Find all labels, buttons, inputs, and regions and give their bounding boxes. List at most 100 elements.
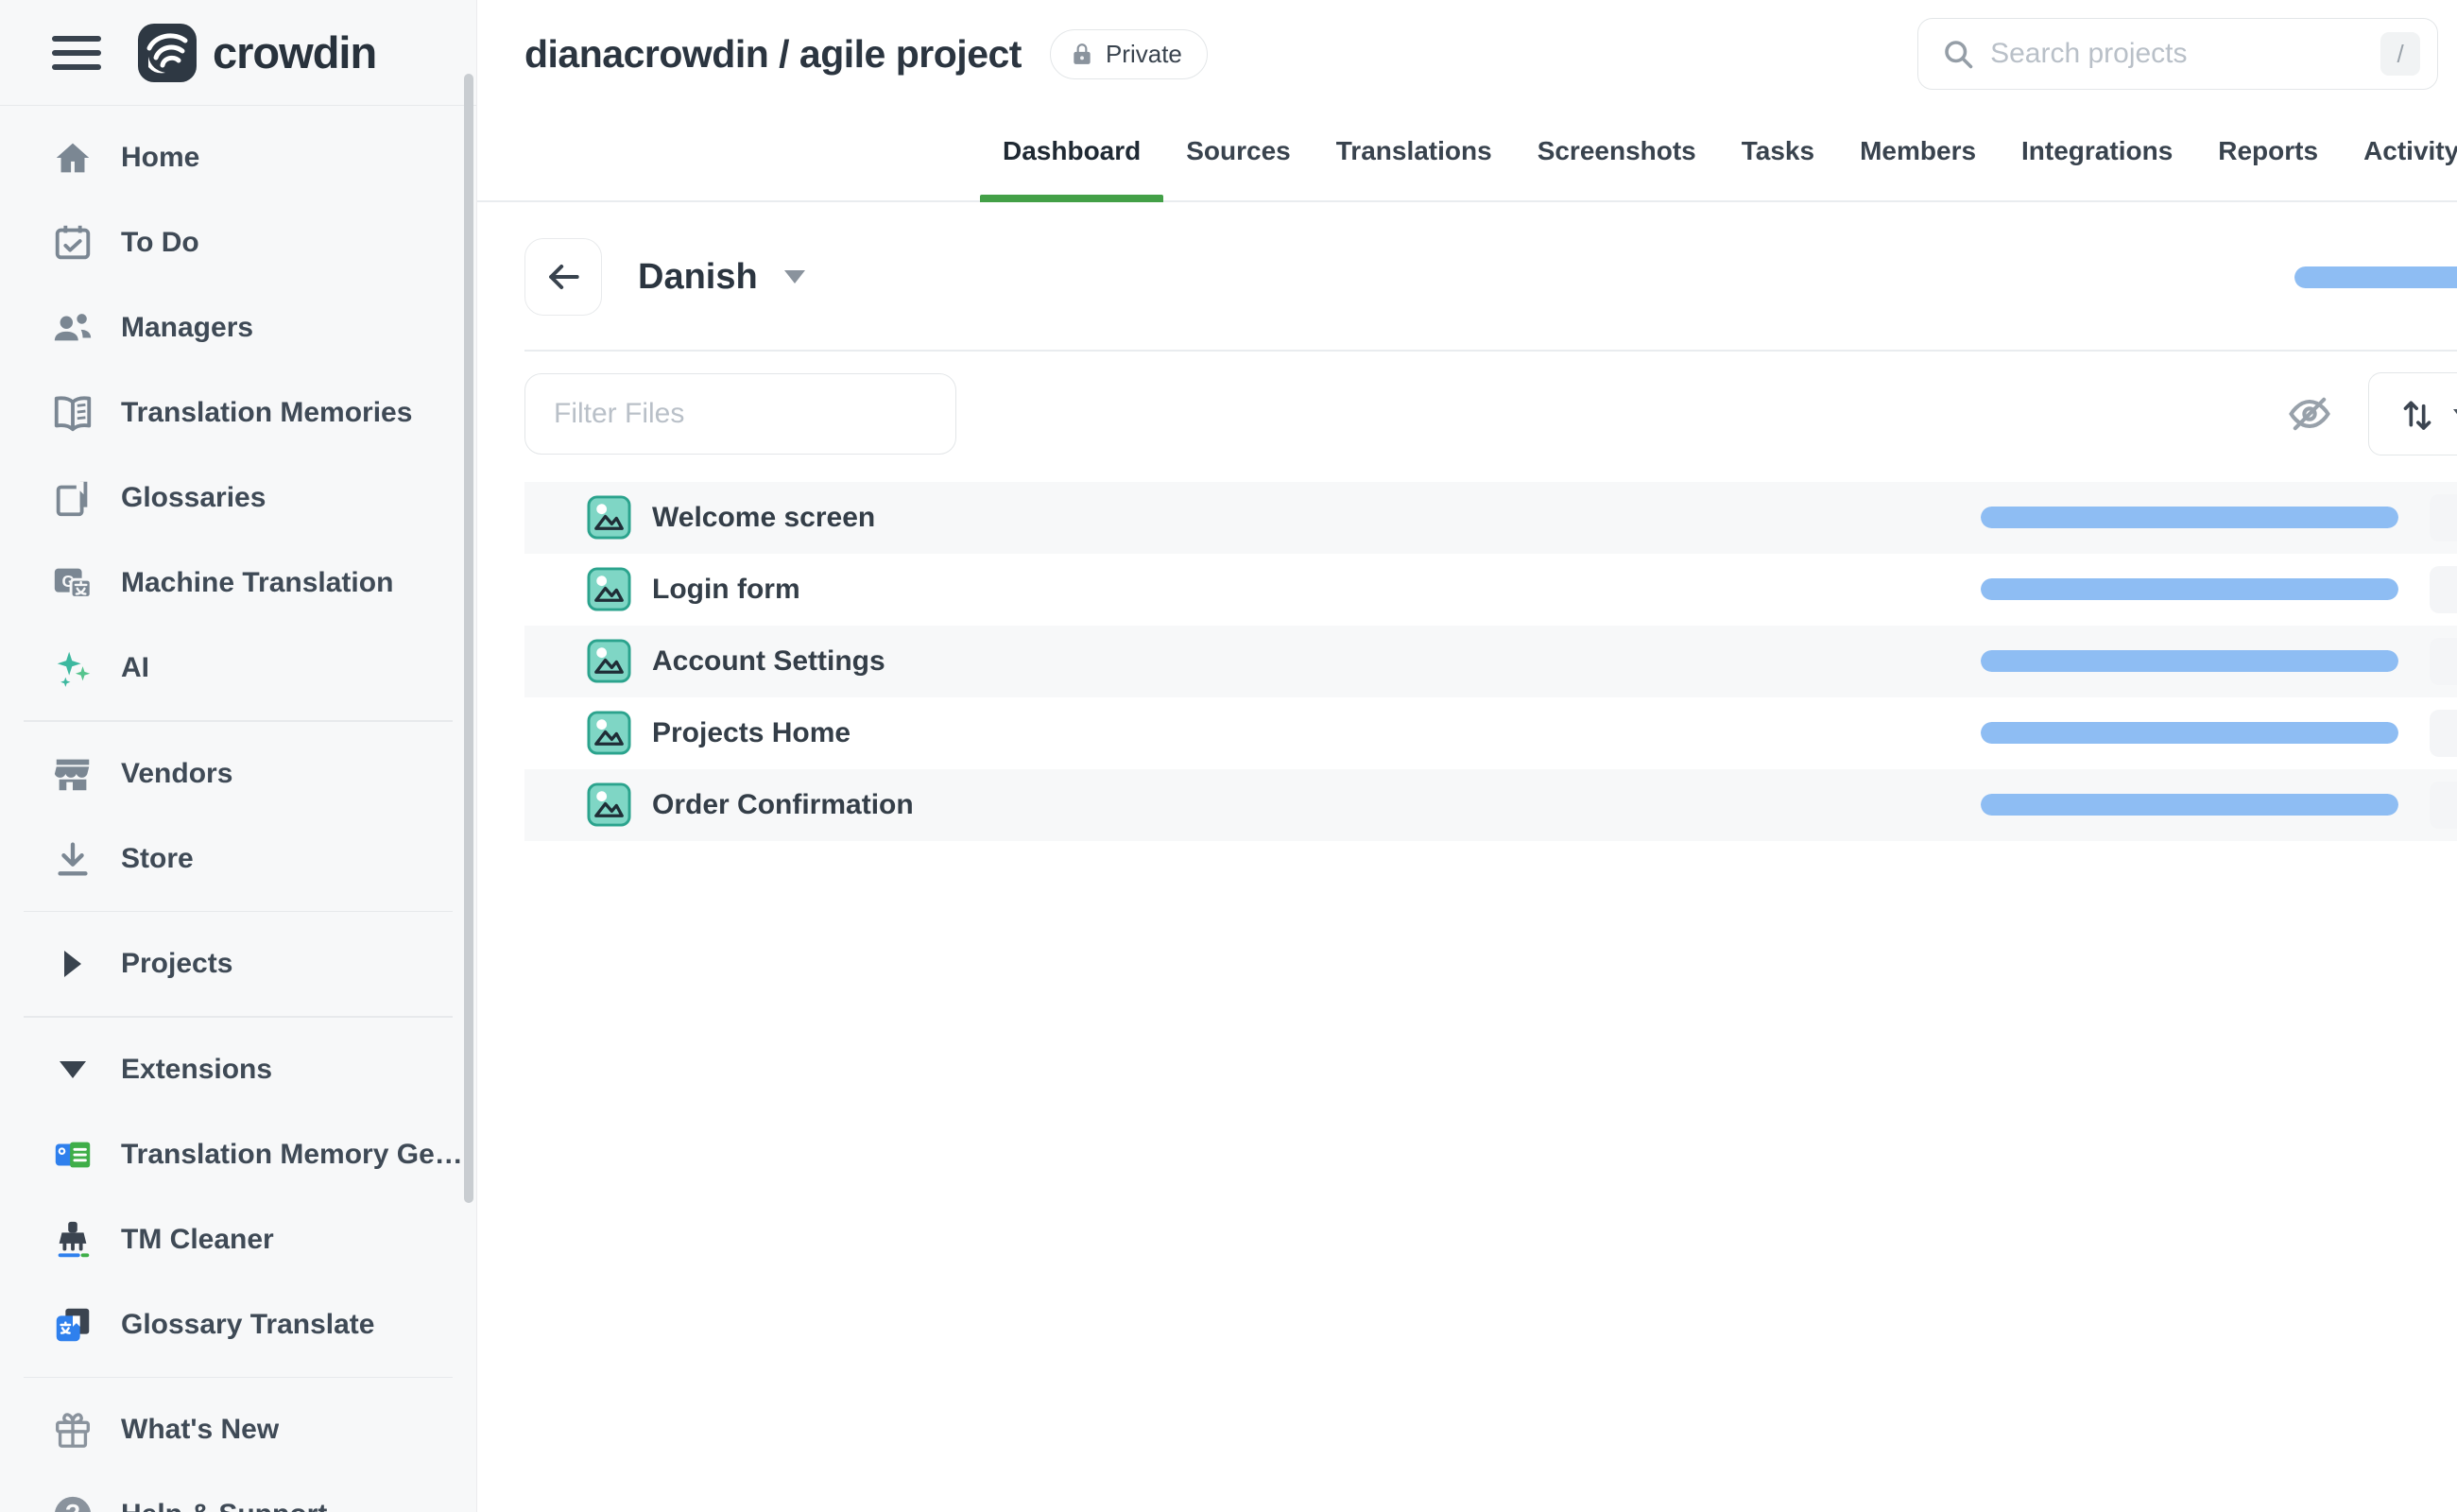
sidebar-divider: [24, 911, 453, 913]
file-progress-bar: [1981, 722, 2398, 744]
sidebar-item-label: Vendors: [121, 758, 232, 790]
home-icon: [49, 134, 96, 181]
chevron-down-icon: [2453, 409, 2457, 421]
sidebar-item-label: Glossary Translate: [121, 1309, 374, 1341]
hamburger-menu-icon[interactable]: [52, 36, 101, 70]
sort-files-button[interactable]: [2368, 372, 2457, 455]
sidebar-item-home[interactable]: Home: [0, 115, 476, 200]
privacy-badge[interactable]: Private: [1050, 29, 1208, 79]
sidebar-item-tm-cleaner[interactable]: TM Cleaner: [0, 1197, 476, 1282]
sidebar-item-store[interactable]: Store: [0, 816, 476, 902]
file-list: Welcome screen 100% • 0%: [524, 482, 2457, 841]
file-name[interactable]: Login form: [652, 574, 800, 606]
sidebar-item-ai[interactable]: AI: [0, 626, 476, 711]
sidebar-item-label: Projects: [121, 948, 232, 980]
sidebar-item-label: What's New: [121, 1414, 279, 1446]
sidebar-item-projects[interactable]: Projects: [0, 921, 476, 1006]
eye-off-icon: [2285, 389, 2334, 438]
file-progress-bar: [1981, 507, 2398, 528]
file-name[interactable]: Order Confirmation: [652, 789, 914, 821]
image-file-icon: [587, 711, 631, 755]
sidebar-item-extensions[interactable]: Extensions: [0, 1027, 476, 1112]
search-projects-input[interactable]: [1990, 38, 2380, 70]
search-icon: [1941, 37, 1975, 71]
file-row-login-form[interactable]: Login form 100% • 0%: [524, 554, 2457, 626]
sidebar-item-managers[interactable]: Managers: [0, 285, 476, 370]
chevron-down-icon: [49, 1061, 96, 1078]
file-name[interactable]: Welcome screen: [652, 502, 875, 534]
file-name[interactable]: Account Settings: [652, 645, 885, 678]
file-row-stats: 100% • 0%: [1981, 638, 2457, 685]
file-name[interactable]: Projects Home: [652, 717, 850, 749]
file-row-stats: 100% • 0%: [1981, 566, 2457, 613]
sidebar-item-glossary-translate[interactable]: Glossary Translate: [0, 1282, 476, 1367]
app-window: crowdin Home To Do: [0, 0, 2457, 1512]
calendar-check-icon: [49, 219, 96, 266]
file-row-account-settings[interactable]: Account Settings 100% • 0%: [524, 626, 2457, 697]
crowdin-wordmark: crowdin: [213, 26, 376, 78]
project-title: dianacrowdin / agile project: [524, 32, 1022, 77]
sidebar-scrollbar[interactable]: [464, 74, 473, 1203]
sidebar: crowdin Home To Do: [0, 0, 477, 1512]
file-row-stats: 100% • 0%: [1981, 494, 2457, 541]
image-file-icon: [587, 782, 631, 827]
sidebar-item-tm-generator[interactable]: Translation Memory Gene…: [0, 1112, 476, 1197]
sidebar-item-vendors[interactable]: Vendors: [0, 731, 476, 816]
file-progress-badge: 100% • 0%: [2430, 566, 2457, 613]
sidebar-divider: [24, 720, 453, 722]
sidebar-item-label: To Do: [121, 227, 199, 259]
file-progress-fill: [1981, 722, 2398, 744]
sidebar-item-whats-new[interactable]: What's New: [0, 1387, 476, 1472]
sidebar-item-glossaries[interactable]: Glossaries: [0, 455, 476, 541]
file-progress-bar: [1981, 794, 2398, 816]
sidebar-nav: Home To Do: [0, 106, 476, 1512]
topbar-actions: / 99+: [1917, 17, 2457, 91]
crowdin-brand[interactable]: crowdin: [137, 23, 376, 83]
sidebar-item-label: Managers: [121, 312, 253, 344]
file-progress-badge: 100% • 0%: [2430, 638, 2457, 685]
dashboard-content: Danish 99% • 0%: [477, 202, 2457, 841]
tm-cleaner-brush-icon: [49, 1216, 96, 1263]
sidebar-item-label: Store: [121, 843, 194, 875]
language-header: Danish 99% • 0%: [524, 238, 2457, 316]
gift-icon: [49, 1406, 96, 1453]
file-row-projects-home[interactable]: Projects Home 100% • 0%: [524, 697, 2457, 769]
tab-reports[interactable]: Reports: [2195, 136, 2341, 200]
file-row-welcome-screen[interactable]: Welcome screen 100% • 0%: [524, 482, 2457, 554]
sidebar-item-todo[interactable]: To Do: [0, 200, 476, 285]
glossary-book-icon: [49, 474, 96, 522]
tab-translations[interactable]: Translations: [1314, 136, 1515, 200]
tab-tasks[interactable]: Tasks: [1719, 136, 1837, 200]
language-progress-group: 99% • 0%: [2294, 253, 2457, 301]
image-file-icon: [587, 495, 631, 540]
sidebar-item-help-support[interactable]: ? Help & Support: [0, 1472, 476, 1512]
file-progress-fill: [1981, 507, 2398, 528]
tab-activity[interactable]: Activity: [2341, 136, 2457, 200]
file-progress-fill: [1981, 578, 2398, 600]
file-row-order-confirmation[interactable]: Order Confirmation 100% • 0%: [524, 769, 2457, 841]
open-book-icon: [49, 389, 96, 437]
language-name: Danish: [638, 257, 758, 298]
tab-members[interactable]: Members: [1837, 136, 1999, 200]
sort-arrows-icon: [2398, 393, 2436, 435]
crowdin-logo-icon: [137, 23, 198, 83]
filter-files-input[interactable]: [524, 373, 956, 455]
sidebar-item-translation-memories[interactable]: Translation Memories: [0, 370, 476, 455]
tab-sources[interactable]: Sources: [1163, 136, 1314, 200]
file-progress-fill: [1981, 650, 2398, 672]
files-toolbar: Translate All: [524, 372, 2457, 455]
tab-screenshots[interactable]: Screenshots: [1515, 136, 1719, 200]
sidebar-item-label: AI: [121, 652, 149, 684]
search-projects-box[interactable]: /: [1917, 18, 2438, 90]
back-button[interactable]: [524, 238, 602, 316]
file-progress-badge: 100% • 0%: [2430, 710, 2457, 757]
sidebar-item-machine-translation[interactable]: G Machine Translation: [0, 541, 476, 626]
tab-dashboard[interactable]: Dashboard: [980, 136, 1163, 200]
toggle-hidden-files-button[interactable]: [2281, 386, 2338, 442]
file-progress-bar: [1981, 650, 2398, 672]
language-dropdown-caret-icon[interactable]: [784, 270, 805, 284]
tab-integrations[interactable]: Integrations: [1999, 136, 2195, 200]
file-row-stats: 100% • 0%: [1981, 710, 2457, 757]
toolbar-actions: Translate All: [2281, 372, 2457, 455]
glossary-translate-icon: [49, 1301, 96, 1349]
